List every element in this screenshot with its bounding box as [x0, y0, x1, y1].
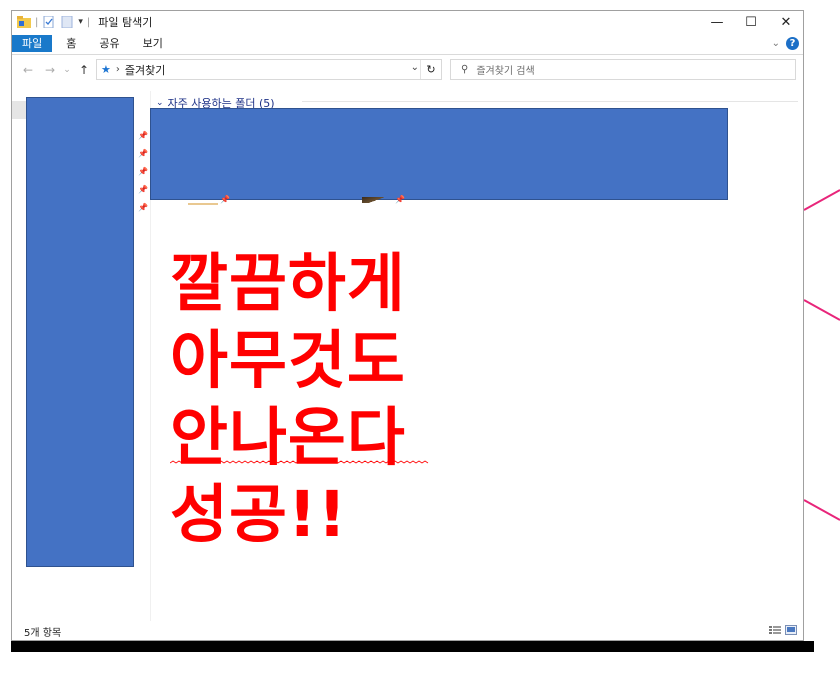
- view-switcher: [769, 625, 797, 635]
- tab-file[interactable]: 파일: [12, 35, 53, 52]
- separator: |: [35, 16, 39, 28]
- tab-view[interactable]: 보기: [129, 35, 172, 52]
- window-shadow: [11, 641, 814, 652]
- pin-icon: 📌: [138, 167, 148, 176]
- pin-icon: 📌: [138, 203, 148, 212]
- forward-button[interactable]: →: [42, 59, 58, 81]
- address-dropdown-icon[interactable]: ⌄: [411, 62, 419, 73]
- chevron-down-icon[interactable]: ⌄: [156, 98, 164, 108]
- new-folder-icon[interactable]: [60, 16, 74, 28]
- large-icons-view-icon[interactable]: [785, 625, 797, 635]
- close-button[interactable]: ✕: [769, 11, 803, 33]
- tab-share[interactable]: 공유: [85, 35, 128, 52]
- ribbon-divider: [12, 54, 803, 55]
- chevron-right-icon[interactable]: ›: [116, 64, 120, 75]
- tab-home[interactable]: 홈: [52, 35, 85, 52]
- refresh-button[interactable]: ↻: [420, 60, 441, 79]
- title-bar: | ▾ | 파일 탐색기 — ☐ ✕: [12, 11, 803, 33]
- item-count: 5개 항목: [24, 627, 62, 639]
- redacted-folder-list: [150, 108, 728, 200]
- back-button[interactable]: ←: [20, 59, 36, 81]
- properties-icon[interactable]: [42, 16, 56, 28]
- group-divider: [302, 101, 798, 102]
- address-path[interactable]: 즐겨찾기: [125, 62, 165, 78]
- search-box[interactable]: ⚲ 즐겨찾기 검색: [450, 59, 796, 80]
- pin-icon: 📌: [138, 149, 148, 158]
- search-icon: ⚲: [461, 64, 469, 75]
- annotation-line: 깔끔하게: [170, 247, 406, 320]
- up-button[interactable]: ↑: [76, 59, 92, 81]
- spellcheck-underline: [170, 460, 429, 464]
- customize-toolbar-icon[interactable]: ▾: [78, 17, 83, 27]
- navigation-bar: ← → ⌄ ↑ ★ › 즐겨찾기 ⌄ ↻ ⚲ 즐겨찾기 검색: [12, 59, 803, 81]
- pin-icon: 📌: [138, 131, 148, 140]
- search-placeholder[interactable]: 즐겨찾기 검색: [476, 62, 534, 77]
- pin-icon: 📌: [220, 195, 230, 204]
- address-bar[interactable]: ★ › 즐겨찾기 ⌄ ↻: [96, 59, 442, 80]
- annotation-line: 아무것도: [170, 324, 406, 397]
- folder-icon: [17, 16, 31, 28]
- star-icon: ★: [101, 63, 111, 76]
- separator: |: [86, 16, 91, 28]
- folder-thumbnail-fragment: [362, 197, 384, 203]
- minimize-button[interactable]: —: [700, 11, 734, 33]
- quick-access-toolbar: | ▾ | 파일 탐색기: [17, 14, 152, 30]
- ribbon-tabs: 파일 홈 공유 보기 ⌄ ?: [12, 35, 803, 52]
- annotation-text: 깔끔하게 아무것도 안나온다 성공!!: [170, 245, 406, 553]
- annotation-line: 안나온다: [170, 401, 406, 474]
- help-icon[interactable]: ?: [786, 37, 799, 50]
- pin-icon: 📌: [138, 185, 148, 194]
- recent-locations-button[interactable]: ⌄: [62, 59, 72, 81]
- navigation-pane: 📌 📌 📌 📌 📌: [12, 91, 151, 621]
- pin-icon: 📌: [395, 195, 405, 204]
- annotation-line: 성공!!: [170, 478, 348, 551]
- details-view-icon[interactable]: [769, 625, 781, 635]
- file-explorer-window: | ▾ | 파일 탐색기 — ☐ ✕ 파일 홈 공유 보기 ⌄ ? ← → ⌄ …: [11, 10, 804, 641]
- expand-ribbon-icon[interactable]: ⌄: [772, 38, 780, 49]
- status-bar: 5개 항목: [12, 621, 803, 640]
- window-title: 파일 탐색기: [98, 16, 153, 29]
- redacted-navigation-area: [26, 97, 134, 567]
- maximize-button[interactable]: ☐: [734, 11, 768, 33]
- folder-thumbnail-fragment: [188, 198, 218, 205]
- background-decoration: [803, 189, 840, 521]
